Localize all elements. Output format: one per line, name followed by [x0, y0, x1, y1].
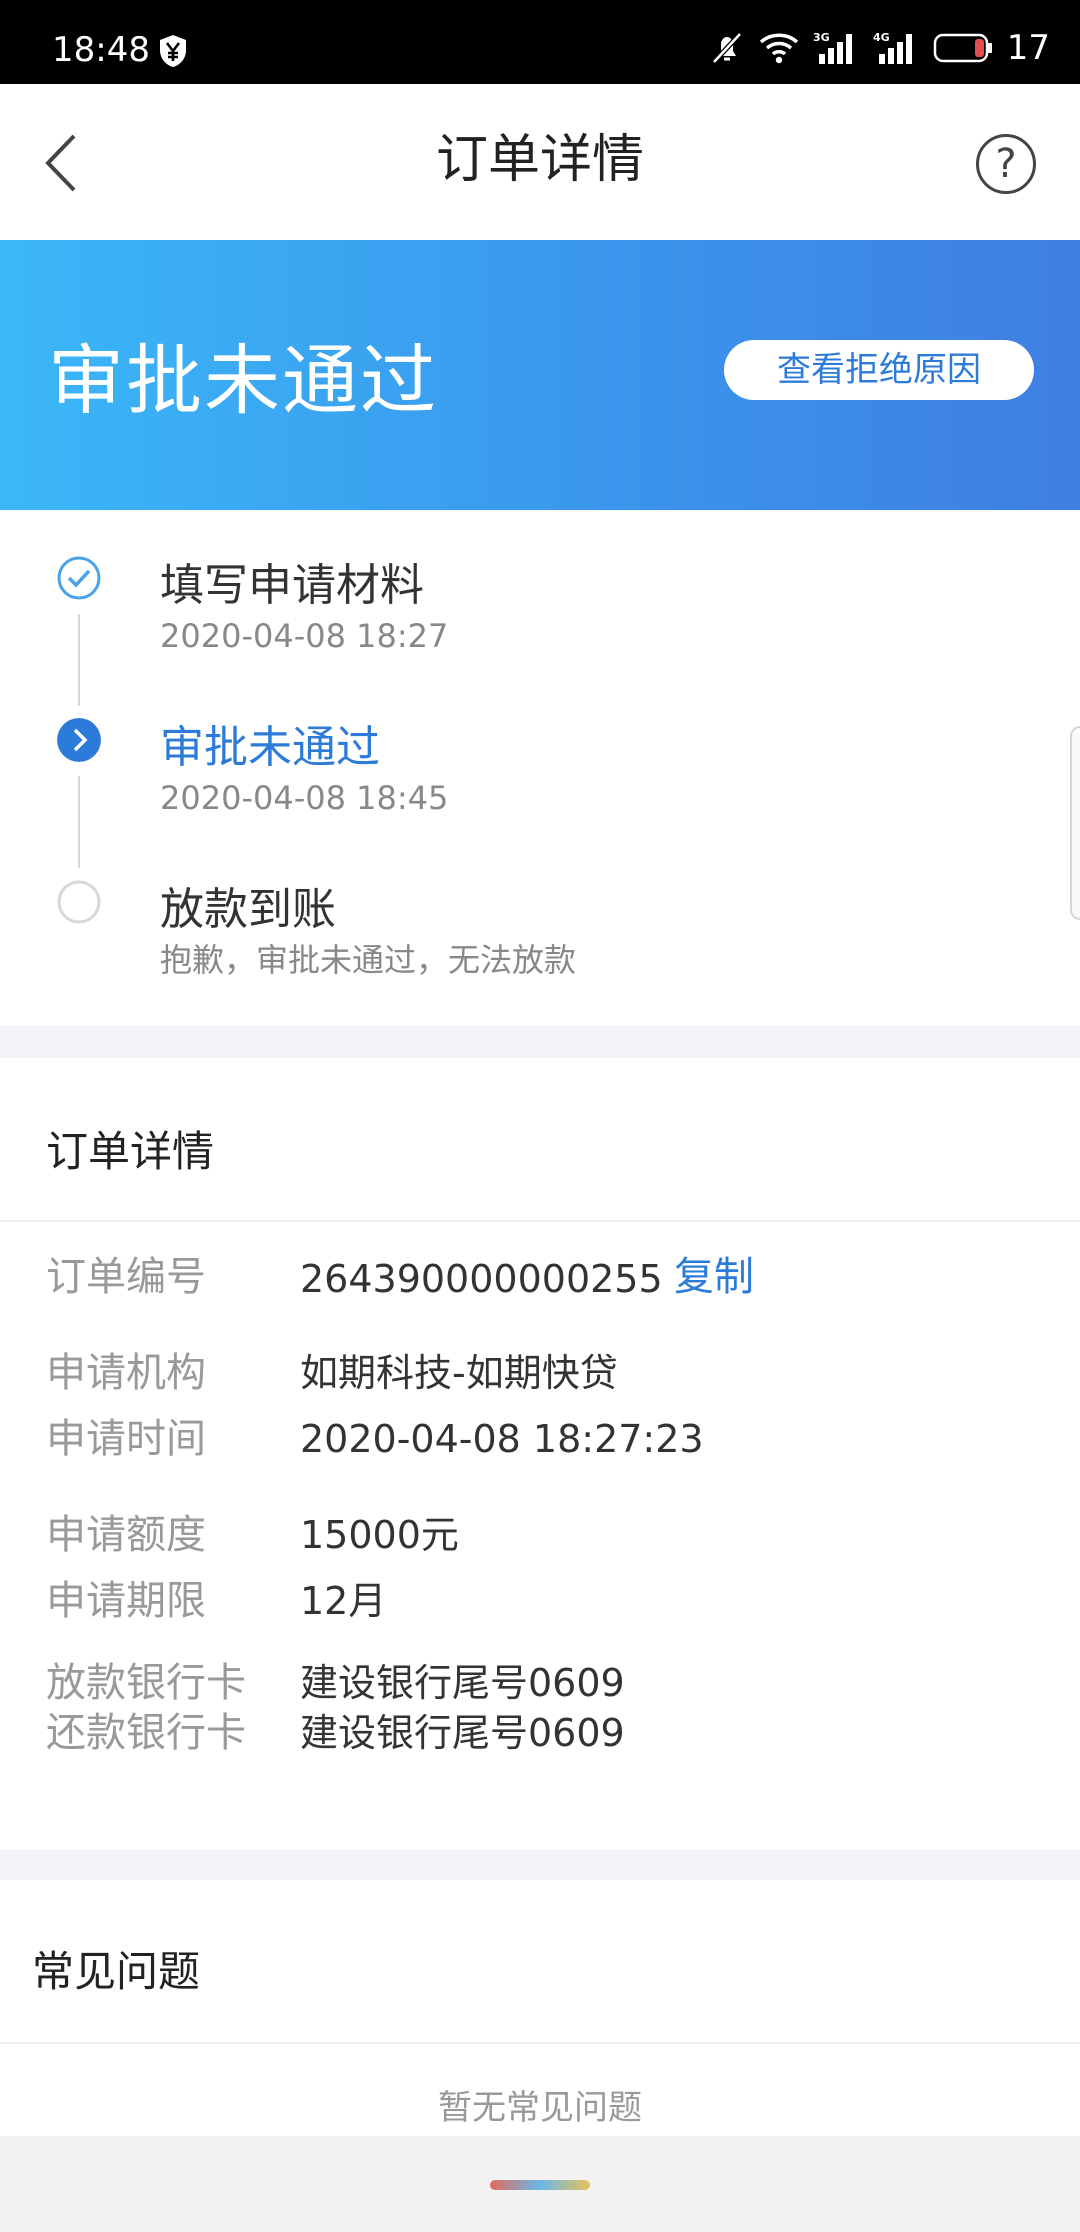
home-indicator[interactable] [490, 2180, 590, 2190]
detail-label: 申请期限 [46, 1578, 206, 1624]
detail-value: 2020-04-08 18:27:23 [300, 1417, 704, 1461]
detail-label: 放款银行卡 [46, 1660, 246, 1706]
faq-section-title: 常见问题 [32, 1947, 201, 1996]
status-icons: 3G 4G 17 [709, 26, 1050, 70]
empty-circle-icon [57, 880, 101, 924]
approval-status: 审批未通过 [48, 336, 438, 425]
signal-4g-icon: 4G [873, 31, 912, 64]
detail-label: 还款银行卡 [46, 1710, 246, 1756]
detail-label: 申请机构 [46, 1350, 206, 1396]
timeline-step-title: 放款到账 [160, 884, 336, 935]
timeline-connector [78, 776, 80, 868]
detail-value: 建设银行尾号0609 [300, 1711, 625, 1755]
divider [0, 1220, 1080, 1222]
timeline-step-time: 2020-04-08 18:45 [160, 779, 449, 817]
divider [0, 2042, 1080, 2044]
signal-3g-icon: 3G [813, 31, 852, 64]
mute-bell-icon [711, 32, 742, 64]
detail-value: 如期科技-如期快贷 [300, 1351, 618, 1395]
timeline-step-title: 审批未通过 [160, 722, 380, 773]
timeline-step-time: 2020-04-08 18:27 [160, 617, 449, 655]
status-banner: 审批未通过 查看拒绝原因 [0, 240, 1080, 510]
svg-text:3G: 3G [813, 31, 830, 44]
detail-label: 申请时间 [46, 1416, 206, 1462]
progress-timeline: 填写申请材料 2020-04-08 18:27 审批未通过 2020-04-08… [0, 510, 1080, 1026]
copy-order-number-link[interactable]: 复制 [674, 1252, 754, 1302]
chevron-right-circle-icon [57, 718, 101, 762]
timeline-step-note: 抱歉，审批未通过，无法放款 [160, 941, 577, 979]
detail-value: 12月 [300, 1579, 387, 1623]
section-gap [0, 1850, 1080, 1880]
gesture-nav-bar [0, 2136, 1080, 2232]
svg-text:4G: 4G [873, 31, 890, 44]
order-section-title: 订单详情 [46, 1127, 215, 1176]
timeline-step-title: 填写申请材料 [160, 560, 424, 611]
detail-label: 申请额度 [46, 1512, 206, 1558]
battery-level: 17 [1006, 28, 1050, 68]
yen-shield-icon [160, 35, 186, 67]
section-gap [0, 1026, 1080, 1058]
detail-value: 建设银行尾号0609 [300, 1661, 625, 1705]
page-title: 订单详情 [435, 130, 644, 190]
side-drawer-handle[interactable] [1070, 726, 1080, 920]
faq-empty-text: 暂无常见问题 [438, 2088, 642, 2128]
view-rejection-reason-button[interactable]: 查看拒绝原因 [724, 340, 1034, 400]
status-bar: 18:48 3G 4G 17 [0, 0, 1080, 84]
battery-icon [933, 33, 992, 63]
order-number-value: 264390000000255 [300, 1257, 663, 1301]
question-circle-icon[interactable]: ? [976, 134, 1036, 194]
check-circle-icon [57, 556, 101, 600]
order-number-label: 订单编号 [46, 1254, 206, 1300]
timeline-connector [78, 614, 80, 706]
app-header: 订单详情 ? [0, 84, 1080, 240]
detail-value: 15000元 [300, 1513, 459, 1557]
wifi-icon [759, 33, 798, 64]
status-time: 18:48 [52, 30, 150, 70]
